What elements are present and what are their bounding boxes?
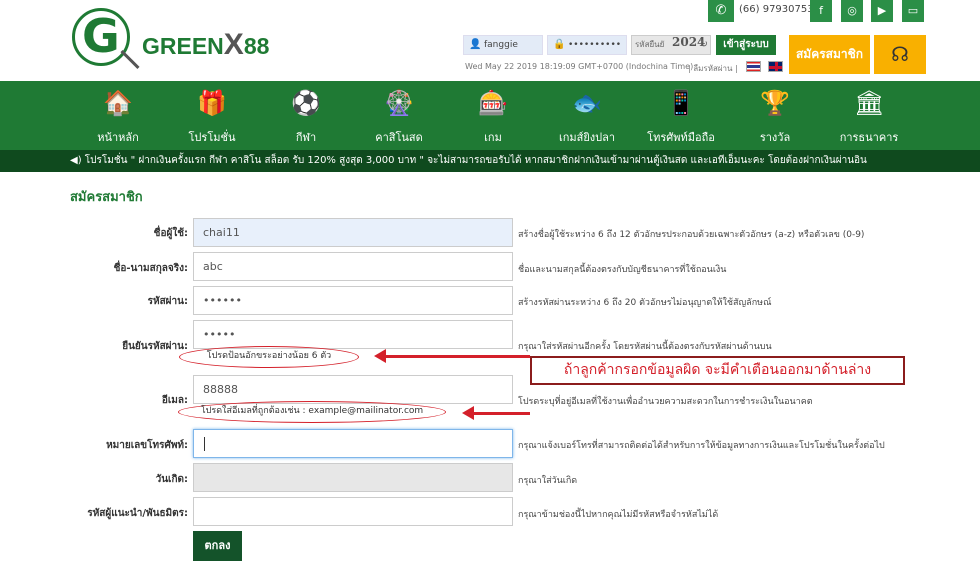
email-error: โปรดใส่อีเมลที่ถูกต้องเช่น : example@mai…: [178, 401, 446, 423]
uk-flag-icon[interactable]: [768, 61, 783, 72]
nav-item-promotion[interactable]: 🎁 โปรโมชั่น: [167, 81, 257, 150]
football-icon: ⚽: [291, 89, 321, 117]
logo-green-text: GREEN: [142, 33, 224, 59]
announcement-marquee: ◀) โปรโมชั่น " ฝากเงินครั้งแรก กีฬา คาสิ…: [0, 150, 980, 172]
nav-item-live-casino[interactable]: 🎡 คาสิโนสด: [354, 81, 444, 150]
phone-icon: 📱: [666, 89, 696, 117]
header: G GREENX88 ✆ (66) 979307533 f ◎ ▶ ▭ 👤 fa…: [0, 0, 980, 81]
username-value: fanggie: [484, 40, 518, 50]
logo-88-text: 88: [243, 33, 270, 59]
trophy-icon: 🏆: [760, 89, 790, 117]
fullname-field-value: abc: [203, 260, 223, 273]
main-nav: 🏠 หน้าหลัก 🎁 โปรโมชั่น ⚽ กีฬา 🎡 คาสิโนสด…: [0, 81, 980, 150]
nav-item-home[interactable]: 🏠 หน้าหลัก: [73, 81, 163, 150]
fullname-hint: ชื่อและนามสกุลนี้ต้องตรงกับบัญชีธนาคารที…: [518, 265, 727, 275]
password-field-value: ••••••: [203, 294, 242, 307]
birthday-hint: กรุณาใส่วันเกิด: [518, 476, 578, 486]
password-field[interactable]: ••••••: [193, 286, 513, 315]
arrow-icon: [462, 406, 530, 420]
login-button[interactable]: เข้าสู่ระบบ: [716, 35, 776, 55]
referral-field[interactable]: [193, 497, 513, 526]
fullname-field[interactable]: abc: [193, 252, 513, 281]
support-headset-icon[interactable]: ☊: [874, 35, 926, 74]
email-label: อีเมล:: [161, 395, 188, 406]
nav-item-fish-games[interactable]: 🐟 เกมส์ยิงปลา: [542, 81, 632, 150]
referral-label: รหัสผู้แนะนำ/พันธมิตร:: [87, 508, 188, 519]
confirm-password-error: โปรดป้อนอักขระอย่างน้อย 6 ตัว: [179, 346, 359, 368]
user-icon: 👤: [469, 39, 482, 50]
page-title: สมัครสมาชิก: [70, 190, 143, 205]
nav-label: เกม: [484, 131, 502, 144]
nav-label: หน้าหลัก: [97, 131, 139, 144]
home-icon: 🏠: [103, 89, 133, 117]
email-field[interactable]: 88888: [193, 375, 513, 404]
facebook-icon[interactable]: f: [810, 0, 832, 22]
username-field[interactable]: chai11: [193, 218, 513, 247]
username-label: ชื่อผู้ใช้:: [153, 228, 188, 239]
arrow-icon: [374, 349, 530, 363]
fish-icon: 🐟: [572, 89, 602, 117]
password-value: ••••••••••: [568, 40, 622, 50]
logo-wordmark: GREENX88: [142, 28, 269, 62]
nav-label: เกมส์ยิงปลา: [558, 131, 616, 144]
nav-label: รางวัล: [759, 131, 791, 144]
captcha-label: รหัสยืนยั: [635, 40, 665, 49]
thai-flag-icon[interactable]: [746, 61, 761, 72]
line-icon[interactable]: ▭: [902, 0, 924, 22]
phone-icon: ✆: [708, 0, 734, 22]
text-caret: [204, 437, 205, 451]
confirm-password-field-value: •••••: [203, 328, 236, 341]
roulette-icon: 🎡: [384, 89, 414, 117]
lock-icon: 🔒: [553, 39, 566, 50]
nav-item-rewards[interactable]: 🏆 รางวัล: [730, 81, 820, 150]
nav-label: โปรโมชั่น: [188, 131, 236, 144]
submit-button[interactable]: ตกลง: [193, 531, 242, 561]
captcha-field[interactable]: รหัสยืนยั 2024 ↻: [631, 35, 711, 55]
username-hint: สร้างชื่อผู้ใช้ระหว่าง 6 ถึง 12 ตัวอักษร…: [518, 230, 865, 240]
confirm-password-hint: กรุณาใส่รหัสผ่านอีกครั้ง โดยรหัสผ่านนี้ต…: [518, 342, 772, 352]
phone-field[interactable]: [193, 429, 513, 458]
confirm-password-label: ยืนยันรหัสผ่าน:: [122, 341, 188, 352]
phone-label: หมายเลขโทรศัพท์:: [106, 440, 188, 451]
password-input[interactable]: 🔒 ••••••••••: [547, 35, 627, 55]
phone-hint: กรุณาแจ้งเบอร์โทรที่สามารถติดต่อได้สำหรั…: [518, 441, 885, 451]
logo[interactable]: G GREENX88: [70, 6, 270, 78]
gift-icon: 🎁: [197, 89, 227, 117]
birthday-field[interactable]: [193, 463, 513, 492]
nav-item-banking[interactable]: 🏛 การธนาคาร: [824, 81, 914, 150]
birthday-label: วันเกิด:: [155, 474, 188, 485]
current-datetime: Wed May 22 2019 18:19:09 GMT+0700 (Indoc…: [465, 62, 694, 71]
password-label: รหัสผ่าน:: [147, 296, 188, 307]
username-input[interactable]: 👤 fanggie: [463, 35, 543, 55]
confirm-password-field[interactable]: •••••: [193, 320, 513, 349]
username-field-value: chai11: [203, 226, 240, 239]
email-hint: โปรดระบุที่อยู่อีเมลที่ใช้งานเพื่ออำนวยค…: [518, 397, 813, 407]
instagram-icon[interactable]: ◎: [841, 0, 863, 22]
email-field-value: 88888: [203, 383, 238, 396]
phone-number: (66) 979307533: [739, 4, 820, 15]
fullname-label: ชื่อ-นามสกุลจริง:: [113, 263, 188, 274]
nav-item-sports[interactable]: ⚽ กีฬา: [261, 81, 351, 150]
slot-icon: 🎰: [478, 89, 508, 117]
nav-label: การธนาคาร: [839, 131, 899, 144]
referral-hint: กรุณาข้ามช่องนี้ไปหากคุณไม่มีรหัสหรือจำร…: [518, 510, 719, 520]
logo-x-text: X: [223, 28, 244, 61]
annotation-note: ถ้าลูกค้ากรอกข้อมูลผิด จะมีคำเตือนออกมาด…: [530, 356, 905, 385]
forgot-password-link[interactable]: | ลืมรหัสผ่าน |: [688, 62, 738, 75]
nav-label: กีฬา: [295, 131, 317, 144]
refresh-icon[interactable]: ↻: [700, 36, 708, 54]
register-button[interactable]: สมัครสมาชิก: [789, 35, 870, 74]
password-hint: สร้างรหัสผ่านระหว่าง 6 ถึง 20 ตัวอักษรไม…: [518, 298, 772, 308]
nav-label: โทรศัพท์มือถือ: [647, 131, 715, 144]
logo-g-letter: G: [82, 9, 120, 63]
logo-magnifier-handle: [120, 49, 140, 70]
youtube-icon[interactable]: ▶: [871, 0, 893, 22]
nav-item-games[interactable]: 🎰 เกม: [448, 81, 538, 150]
nav-label: คาสิโนสด: [375, 131, 423, 144]
bank-icon: 🏛: [854, 89, 885, 117]
nav-item-mobile[interactable]: 📱 โทรศัพท์มือถือ: [636, 81, 726, 150]
